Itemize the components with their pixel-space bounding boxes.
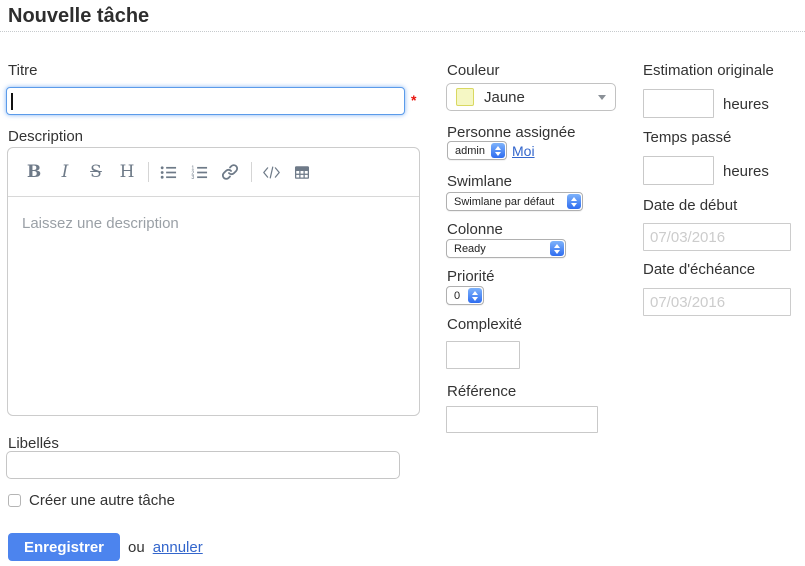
heading-button[interactable]: H: [115, 159, 139, 185]
due-date-input[interactable]: [643, 288, 791, 316]
svg-text:3: 3: [191, 175, 194, 181]
labels-input[interactable]: [6, 451, 400, 479]
color-select-value: Jaune: [484, 89, 525, 106]
swimlane-label: Swimlane: [447, 173, 512, 190]
due-date-label: Date d'échéance: [643, 261, 755, 278]
unordered-list-button[interactable]: [156, 159, 180, 185]
save-button[interactable]: Enregistrer: [8, 533, 120, 561]
strikethrough-button[interactable]: S: [84, 159, 108, 185]
table-icon: [293, 164, 311, 181]
code-icon: [262, 164, 281, 181]
link-button[interactable]: [218, 159, 242, 185]
color-label: Couleur: [447, 62, 500, 79]
text-cursor: [11, 93, 13, 110]
unordered-list-icon: [160, 164, 177, 181]
priority-select[interactable]: 0: [446, 286, 484, 305]
column-label: Colonne: [447, 221, 503, 238]
select-stepper-icon: [567, 194, 581, 209]
start-date-label: Date de début: [643, 197, 737, 214]
complexity-input[interactable]: [446, 341, 520, 369]
reference-input[interactable]: [446, 406, 598, 433]
time-spent-input[interactable]: [643, 156, 714, 185]
ordered-list-icon: 1 2 3: [191, 164, 208, 181]
table-button[interactable]: [290, 159, 314, 185]
column-select-value: Ready: [454, 243, 544, 255]
priority-select-value: 0: [454, 290, 462, 302]
color-select[interactable]: Jaune: [446, 83, 616, 111]
new-task-form: Nouvelle tâche Titre * Description B I S…: [0, 0, 805, 566]
time-spent-label: Temps passé: [643, 129, 731, 146]
description-textarea[interactable]: [8, 198, 419, 415]
cancel-link[interactable]: annuler: [153, 539, 203, 556]
ordered-list-button[interactable]: 1 2 3: [187, 159, 211, 185]
toolbar-separator: [148, 162, 149, 182]
code-button[interactable]: [259, 159, 283, 185]
column-select[interactable]: Ready: [446, 239, 566, 258]
select-stepper-icon: [550, 241, 564, 256]
complexity-label: Complexité: [447, 316, 522, 333]
select-stepper-icon: [468, 288, 482, 303]
assign-me-link[interactable]: Moi: [512, 143, 535, 159]
link-icon: [221, 163, 239, 181]
header-divider: [0, 31, 805, 32]
title-label: Titre: [8, 62, 37, 79]
create-another-row: Créer une autre tâche: [8, 492, 175, 509]
chevron-down-icon: [598, 95, 606, 100]
select-stepper-icon: [491, 143, 505, 158]
estimate-unit: heures: [723, 96, 769, 113]
time-spent-unit: heures: [723, 163, 769, 180]
or-text: ou: [128, 539, 145, 556]
assignee-label: Personne assignée: [447, 124, 575, 141]
assignee-select[interactable]: admin: [447, 141, 507, 160]
swimlane-select[interactable]: Swimlane par défaut: [446, 192, 583, 211]
priority-label: Priorité: [447, 268, 495, 285]
color-swatch-yellow: [456, 88, 474, 106]
required-asterisk: *: [411, 92, 416, 108]
estimate-label: Estimation originale: [643, 62, 774, 79]
italic-button[interactable]: I: [53, 159, 77, 185]
page-title: Nouvelle tâche: [8, 5, 149, 28]
assignee-select-value: admin: [455, 145, 485, 157]
description-editor: B I S H 1 2 3: [7, 147, 420, 416]
reference-label: Référence: [447, 383, 516, 400]
swimlane-select-value: Swimlane par défaut: [454, 196, 561, 208]
form-actions: Enregistrer ou annuler: [8, 533, 203, 561]
bold-button[interactable]: B: [22, 159, 46, 185]
labels-label: Libellés: [8, 435, 59, 452]
toolbar-separator: [251, 162, 252, 182]
estimate-input[interactable]: [643, 89, 714, 118]
description-label: Description: [8, 128, 83, 145]
create-another-label: Créer une autre tâche: [29, 492, 175, 509]
create-another-checkbox[interactable]: [8, 494, 21, 507]
start-date-input[interactable]: [643, 223, 791, 251]
title-input[interactable]: [6, 87, 405, 115]
editor-toolbar: B I S H 1 2 3: [8, 148, 419, 197]
